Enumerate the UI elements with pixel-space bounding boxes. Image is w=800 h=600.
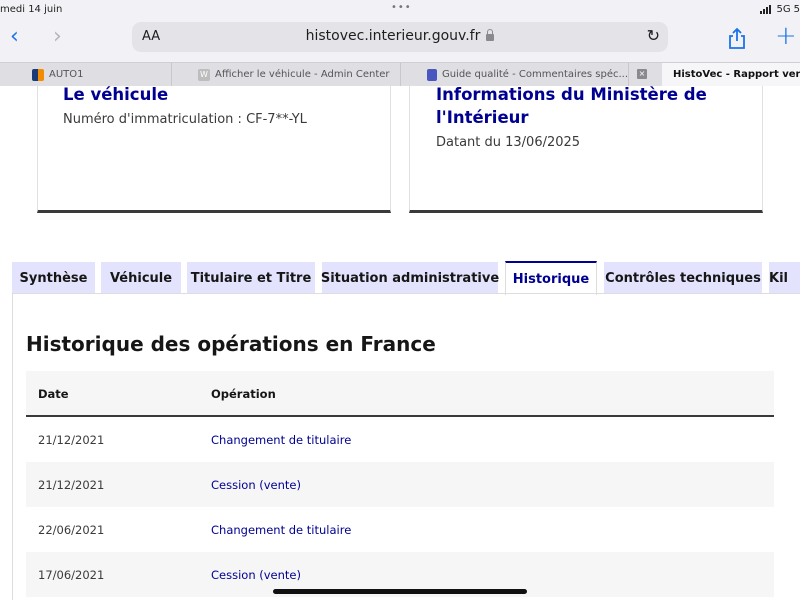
status-time: medi 14 juin: [0, 4, 63, 15]
tab-kilometrage-label: Kil: [769, 270, 788, 286]
browser-tab-label: AUTO1: [49, 69, 84, 80]
vehicle-card-title: Le véhicule: [63, 86, 169, 104]
browser-tab-admin-center[interactable]: W Afficher le véhicule - Admin Center: [192, 63, 401, 86]
registration-number: Numéro d'immatriculation : CF-7**-YL: [63, 112, 307, 127]
tab-vehicule[interactable]: Véhicule: [101, 262, 181, 294]
guide-favicon-icon: [427, 68, 437, 81]
status-bar: medi 14 juin ••• 5G 5: [0, 0, 800, 20]
row-date: 21/12/2021: [38, 478, 105, 492]
browser-tab-histovec[interactable]: HistoVec - Rapport vend: [662, 63, 800, 86]
row-operation: Cession (vente): [211, 478, 301, 492]
address-bar[interactable]: AA histovec.interieur.gouv.fr ↻: [132, 22, 668, 52]
ministry-card-title: Informations du Ministère de l'Intérieur: [436, 86, 707, 129]
browser-tab-auto1[interactable]: AUTO1: [26, 63, 172, 86]
home-indicator[interactable]: [273, 589, 527, 594]
row-operation: Cession (vente): [211, 568, 301, 582]
url-label: histovec.interieur.gouv.fr: [305, 28, 481, 44]
row-operation: Changement de titulaire: [211, 433, 352, 447]
ministry-title-line1: Informations du Ministère de: [436, 86, 707, 104]
battery-label: 5: [793, 4, 800, 15]
report-tabs: Synthèse Véhicule Titulaire et Titre Sit…: [0, 261, 800, 295]
network-label: 5G: [776, 4, 791, 15]
table-row: 21/12/2021 Changement de titulaire: [26, 417, 774, 462]
table-row: 22/06/2021 Changement de titulaire: [26, 507, 774, 552]
ministry-card: Informations du Ministère de l'Intérieur…: [409, 86, 763, 213]
column-header-operation: Opération: [211, 387, 276, 401]
browser-tab-label: Afficher le véhicule - Admin Center: [215, 69, 390, 80]
ministry-title-line2: l'Intérieur: [436, 108, 529, 127]
signal-icon: [759, 5, 771, 14]
reload-icon[interactable]: ↻: [647, 26, 660, 45]
tab-controles-techniques[interactable]: Contrôles techniques: [604, 262, 762, 294]
browser-tab-label: HistoVec - Rapport vend: [673, 69, 800, 80]
browser-tab-label: Guide qualité - Commentaires spéc...: [441, 69, 628, 80]
data-date: Datant du 13/06/2025: [436, 135, 581, 150]
tab-titulaire-et-titre[interactable]: Titulaire et Titre: [187, 262, 315, 294]
lock-icon: [486, 29, 495, 41]
vehicle-card: Le véhicule Numéro d'immatriculation : C…: [37, 86, 391, 213]
back-icon[interactable]: ‹: [10, 25, 19, 49]
url-text: histovec.interieur.gouv.fr: [132, 28, 668, 44]
browser-toolbar: ‹ › AA histovec.interieur.gouv.fr ↻ +: [0, 20, 800, 60]
page-content: Le véhicule Numéro d'immatriculation : C…: [0, 86, 800, 600]
auto1-favicon-icon: [32, 68, 44, 81]
table-header: Date Opération: [26, 371, 774, 417]
multitasking-dots[interactable]: •••: [391, 2, 412, 13]
browser-tab-guide-qualite[interactable]: Guide qualité - Commentaires spéc...: [421, 63, 629, 86]
browser-tabs: AUTO1 W Afficher le véhicule - Admin Cen…: [0, 62, 800, 86]
tab-historique[interactable]: Historique: [505, 261, 597, 295]
row-date: 21/12/2021: [38, 433, 105, 447]
history-table: Date Opération 21/12/2021 Changement de …: [26, 371, 774, 597]
new-tab-icon[interactable]: +: [775, 23, 797, 49]
tab-kilometrage[interactable]: Kil: [769, 262, 800, 294]
admin-favicon-icon: W: [198, 68, 210, 81]
forward-icon[interactable]: ›: [53, 25, 62, 49]
share-icon[interactable]: [728, 27, 746, 49]
table-row: 21/12/2021 Cession (vente): [26, 462, 774, 507]
tab-situation-administrative[interactable]: Situation administrative: [321, 262, 499, 294]
close-tab-icon[interactable]: ×: [637, 69, 647, 79]
row-operation: Changement de titulaire: [211, 523, 352, 537]
tab-synthese[interactable]: Synthèse: [12, 262, 95, 294]
row-date: 22/06/2021: [38, 523, 105, 537]
status-indicators: 5G 5: [759, 4, 800, 15]
history-title: Historique des opérations en France: [26, 332, 436, 356]
row-date: 17/06/2021: [38, 568, 105, 582]
column-header-date: Date: [38, 387, 69, 401]
